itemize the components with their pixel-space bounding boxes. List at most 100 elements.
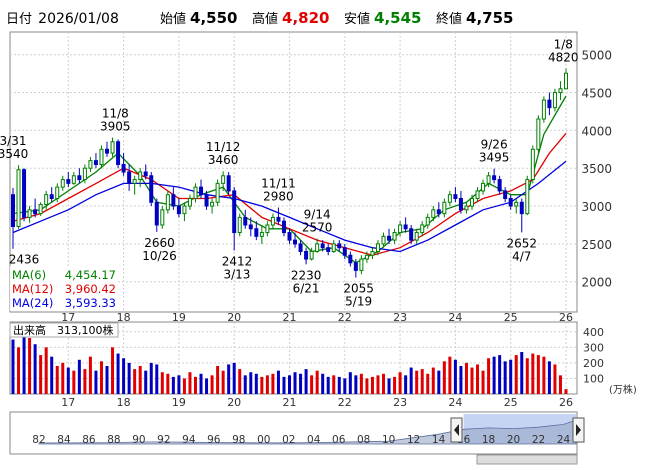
candle-body xyxy=(276,216,281,222)
volume-bar xyxy=(332,375,336,394)
candle-body xyxy=(469,197,474,207)
volume-bar xyxy=(564,389,568,394)
volume-bar xyxy=(288,375,291,394)
candle-body xyxy=(514,201,519,207)
navigator-x-tick-label: 14 xyxy=(432,434,446,446)
navigator-x-tick-label: 04 xyxy=(307,434,321,446)
candle-body xyxy=(199,186,204,196)
candle-body xyxy=(375,243,380,252)
candle-body xyxy=(160,209,165,226)
volume-bar xyxy=(265,375,269,394)
candle-body xyxy=(320,243,325,249)
candle-body xyxy=(442,201,447,215)
volume-bar xyxy=(442,361,446,394)
volume-bar xyxy=(127,362,131,394)
candle-body xyxy=(287,232,292,241)
volume-bar xyxy=(321,373,325,394)
candle-body xyxy=(475,190,480,199)
candle-body xyxy=(210,201,215,207)
annotation-date: 9/14 xyxy=(304,208,331,222)
chart-canvas[interactable]: 2000250030003500400045005000 3/313540243… xyxy=(0,0,653,470)
legend-ma24-label: MA(24) xyxy=(12,296,53,310)
navigator-scrollbar[interactable] xyxy=(476,454,578,465)
annotation-price: 3460 xyxy=(208,153,239,167)
volume-bar xyxy=(509,359,513,394)
candle-body xyxy=(359,258,364,271)
candle-body xyxy=(204,194,209,207)
navigator-x-tick-label: 98 xyxy=(232,434,245,446)
volume-bar xyxy=(293,372,297,394)
navigator-left-handle[interactable] xyxy=(450,417,463,443)
volume-tick-label: 100 xyxy=(583,372,604,385)
navigator-right-handle[interactable] xyxy=(572,417,585,443)
chart-window: 日付 2026/01/08 始値 4,550 高値 4,820 安値 4,545 終値… xyxy=(0,0,653,470)
volume-bar xyxy=(11,339,15,394)
volume-bar xyxy=(232,362,236,394)
volume-bar xyxy=(182,378,186,394)
candle-body xyxy=(77,175,82,181)
volume-bar xyxy=(72,370,76,394)
candle-body xyxy=(508,197,513,207)
volume-x-tick-label: 24 xyxy=(448,396,462,409)
volume-bar xyxy=(409,367,413,394)
legend-ma12-value: 3,960.42 xyxy=(65,282,116,296)
volume-x-tick-label: 26 xyxy=(559,396,573,409)
price-tick-label: 5000 xyxy=(581,49,612,63)
candle-body xyxy=(497,179,502,192)
annotation-date: 3/13 xyxy=(223,268,250,282)
price-tick-label: 4500 xyxy=(581,87,612,101)
candle-body xyxy=(110,141,115,154)
candle-body xyxy=(143,171,148,177)
candle-body xyxy=(392,232,397,241)
annotation-price: 3905 xyxy=(100,120,131,134)
candle-body xyxy=(353,262,358,271)
volume-bar xyxy=(105,366,109,394)
volume-bar xyxy=(520,352,524,394)
candle-body xyxy=(364,254,369,260)
candle-body xyxy=(22,169,27,218)
candle-body xyxy=(458,197,463,211)
annotation-date: 5/19 xyxy=(345,295,372,309)
navigator-x-tick-label: 84 xyxy=(57,434,71,446)
candle-body xyxy=(44,194,49,206)
legend-ma6-label: MA(6) xyxy=(12,268,46,282)
volume-bar xyxy=(453,359,457,394)
candle-body xyxy=(530,148,535,181)
candle-body xyxy=(237,216,242,234)
volume-bar xyxy=(304,369,308,394)
candle-body xyxy=(270,216,275,226)
volume-bar xyxy=(315,370,319,394)
volume-bar xyxy=(144,370,148,394)
price-x-tick-label: 26 xyxy=(559,311,573,324)
volume-bar xyxy=(17,347,21,394)
volume-bar xyxy=(22,334,26,394)
annotation-date: 11/8 xyxy=(102,107,129,121)
volume-value: 313,100株 xyxy=(57,323,114,337)
candle-body xyxy=(558,88,563,94)
annotation-date: 4/7 xyxy=(512,249,531,263)
volume-bar xyxy=(503,361,507,394)
volume-bar xyxy=(133,369,137,394)
candle-body xyxy=(254,228,259,237)
annotation-price: 4820 xyxy=(548,50,579,64)
candle-body xyxy=(38,204,43,215)
candle-body xyxy=(293,239,298,245)
annotation-date: 10/26 xyxy=(142,249,177,263)
navigator-x-tick-label: 06 xyxy=(332,434,346,446)
annotation-price: 2230 xyxy=(291,268,322,282)
candle-body xyxy=(93,160,98,165)
candle-body xyxy=(552,92,557,109)
candle-body xyxy=(381,235,386,245)
volume-bar xyxy=(188,372,192,394)
volume-bar xyxy=(61,362,65,394)
volume-x-tick-label: 17 xyxy=(61,396,75,409)
volume-bar xyxy=(459,366,463,394)
candle-body xyxy=(409,228,414,241)
volume-x-tick-label: 23 xyxy=(393,396,407,409)
volume-bar xyxy=(476,364,480,394)
candle-body xyxy=(165,194,170,211)
volume-bar xyxy=(299,373,303,394)
volume-bar xyxy=(122,358,126,394)
volume-bar xyxy=(282,376,286,394)
candle-body xyxy=(226,175,231,192)
